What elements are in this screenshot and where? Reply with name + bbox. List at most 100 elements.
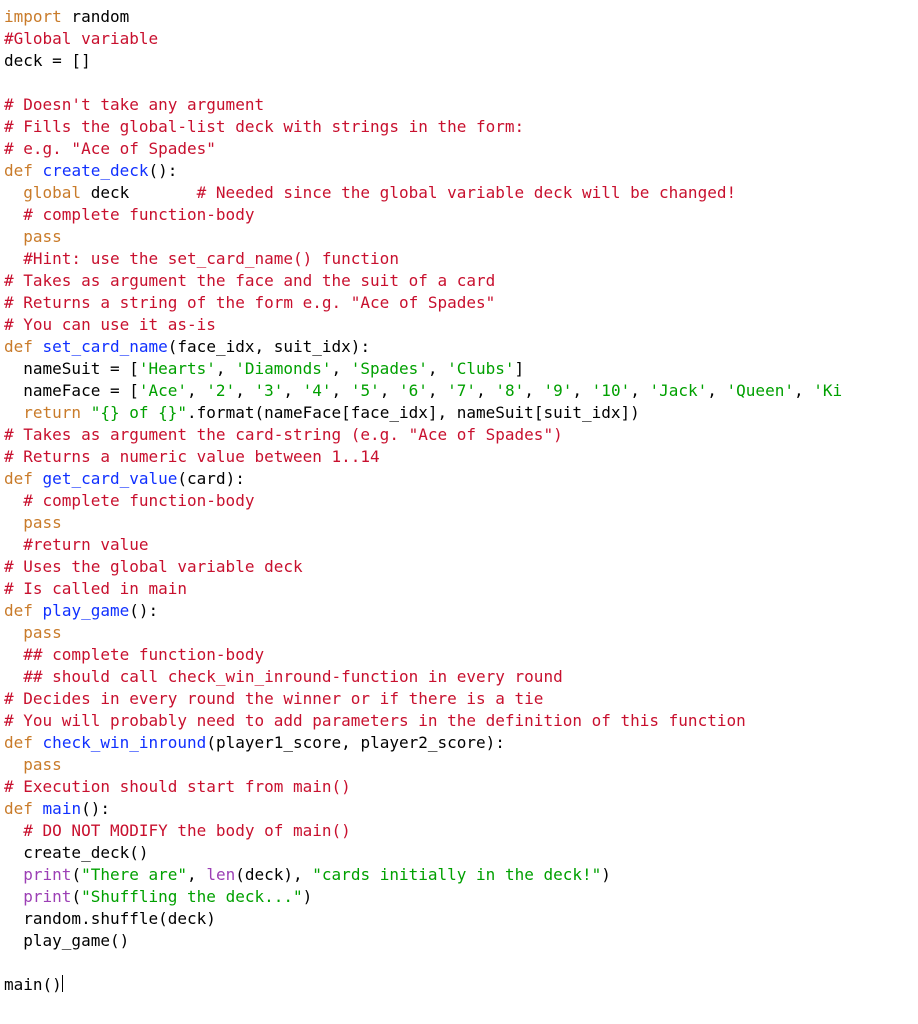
code-token: #Hint: use the set_card_name() function — [23, 249, 399, 268]
code-line[interactable]: ## complete function-body — [4, 645, 264, 664]
code-token: , — [707, 381, 726, 400]
code-line[interactable]: def create_deck(): — [4, 161, 177, 180]
code-line[interactable]: play_game() — [4, 931, 129, 950]
code-line[interactable]: # complete function-body — [4, 491, 254, 510]
code-token: # You will probably need to add paramete… — [4, 711, 746, 730]
code-line[interactable]: # You will probably need to add paramete… — [4, 711, 746, 730]
code-token: 'Clubs' — [447, 359, 514, 378]
code-token: main — [43, 799, 82, 818]
code-token: pass — [23, 227, 62, 246]
code-line[interactable]: #return value — [4, 535, 149, 554]
code-token: , — [283, 381, 302, 400]
code-line[interactable]: pass — [4, 623, 62, 642]
code-token: # complete function-body — [23, 491, 254, 510]
code-token: ] — [515, 359, 525, 378]
code-line[interactable]: # complete function-body — [4, 205, 254, 224]
code-token: set_card_name — [43, 337, 168, 356]
code-token: , — [524, 381, 543, 400]
code-token: def — [4, 469, 33, 488]
code-line[interactable]: deck = [] — [4, 51, 91, 70]
code-line[interactable]: nameSuit = ['Hearts', 'Diamonds', 'Spade… — [4, 359, 524, 378]
code-token: (): — [129, 601, 158, 620]
code-token — [4, 513, 23, 532]
code-line[interactable]: print("There are", len(deck), "cards ini… — [4, 865, 611, 884]
code-token: def — [4, 337, 33, 356]
code-line[interactable]: # Takes as argument the card-string (e.g… — [4, 425, 563, 444]
code-token: 'Ki — [813, 381, 842, 400]
code-token — [4, 491, 23, 510]
code-token — [33, 161, 43, 180]
code-token — [4, 623, 23, 642]
code-editor[interactable]: import random #Global variable deck = []… — [0, 0, 918, 1002]
code-token: , — [187, 381, 206, 400]
code-line[interactable]: #Global variable — [4, 29, 158, 48]
code-line[interactable]: # Uses the global variable deck — [4, 557, 303, 576]
code-token: # You can use it as-is — [4, 315, 216, 334]
code-token: '2' — [206, 381, 235, 400]
code-line[interactable]: return "{} of {}".format(nameFace[face_i… — [4, 403, 640, 422]
code-token: pass — [23, 623, 62, 642]
code-token: , — [794, 381, 813, 400]
code-token: import — [4, 7, 62, 26]
code-line[interactable]: # Execution should start from main() — [4, 777, 351, 796]
code-line[interactable]: print("Shuffling the deck...") — [4, 887, 312, 906]
code-token: , — [235, 381, 254, 400]
code-line[interactable]: # Returns a numeric value between 1..14 — [4, 447, 380, 466]
code-token: , — [187, 865, 206, 884]
code-line[interactable]: main() — [4, 975, 63, 994]
code-token: # Uses the global variable deck — [4, 557, 303, 576]
code-token: ## complete function-body — [23, 645, 264, 664]
code-line[interactable]: def play_game(): — [4, 601, 158, 620]
code-line[interactable]: # You can use it as-is — [4, 315, 216, 334]
code-line[interactable]: pass — [4, 513, 62, 532]
code-token: "{} of {}" — [91, 403, 187, 422]
code-token: ( — [71, 887, 81, 906]
code-token: 'Spades' — [351, 359, 428, 378]
code-line[interactable]: create_deck() — [4, 843, 149, 862]
code-token: # DO NOT MODIFY the body of main() — [23, 821, 351, 840]
code-line[interactable]: pass — [4, 227, 62, 246]
code-token: def — [4, 799, 33, 818]
code-token — [33, 469, 43, 488]
code-token: '10' — [592, 381, 631, 400]
code-line[interactable]: import random — [4, 7, 129, 26]
code-token: main() — [4, 975, 62, 994]
code-line[interactable]: # Takes as argument the face and the sui… — [4, 271, 495, 290]
code-token: , — [332, 381, 351, 400]
code-line[interactable]: pass — [4, 755, 62, 774]
code-token: (): — [81, 799, 110, 818]
code-token: def — [4, 601, 33, 620]
code-line[interactable]: # Returns a string of the form e.g. "Ace… — [4, 293, 495, 312]
code-token: (player1_score, player2_score): — [206, 733, 505, 752]
code-line[interactable]: # e.g. "Ace of Spades" — [4, 139, 216, 158]
code-line[interactable]: def set_card_name(face_idx, suit_idx): — [4, 337, 370, 356]
code-token: play_game — [43, 601, 130, 620]
code-line[interactable]: # DO NOT MODIFY the body of main() — [4, 821, 351, 840]
code-line[interactable]: nameFace = ['Ace', '2', '3', '4', '5', '… — [4, 381, 842, 400]
code-line[interactable]: def check_win_inround(player1_score, pla… — [4, 733, 505, 752]
code-line[interactable]: random.shuffle(deck) — [4, 909, 216, 928]
code-line[interactable]: def get_card_value(card): — [4, 469, 245, 488]
code-token: # e.g. "Ace of Spades" — [4, 139, 216, 158]
code-line[interactable]: def main(): — [4, 799, 110, 818]
code-token: # Returns a string of the form e.g. "Ace… — [4, 293, 495, 312]
code-token: , — [216, 359, 235, 378]
code-token: # Execution should start from main() — [4, 777, 351, 796]
code-line[interactable]: # Fills the global-list deck with string… — [4, 117, 524, 136]
code-token: # Returns a numeric value between 1..14 — [4, 447, 380, 466]
code-token: print — [23, 865, 71, 884]
code-token — [33, 601, 43, 620]
code-line[interactable]: # Doesn't take any argument — [4, 95, 264, 114]
code-token — [33, 337, 43, 356]
code-line[interactable]: # Is called in main — [4, 579, 187, 598]
code-line[interactable]: ## should call check_win_inround-functio… — [4, 667, 563, 686]
code-token: return — [23, 403, 81, 422]
code-token: , — [428, 359, 447, 378]
code-token: random — [62, 7, 129, 26]
code-token: deck — [81, 183, 197, 202]
code-token — [4, 667, 23, 686]
code-token: # Fills the global-list deck with string… — [4, 117, 524, 136]
code-line[interactable]: #Hint: use the set_card_name() function — [4, 249, 399, 268]
code-line[interactable]: # Decides in every round the winner or i… — [4, 689, 543, 708]
code-line[interactable]: global deck # Needed since the global va… — [4, 183, 736, 202]
